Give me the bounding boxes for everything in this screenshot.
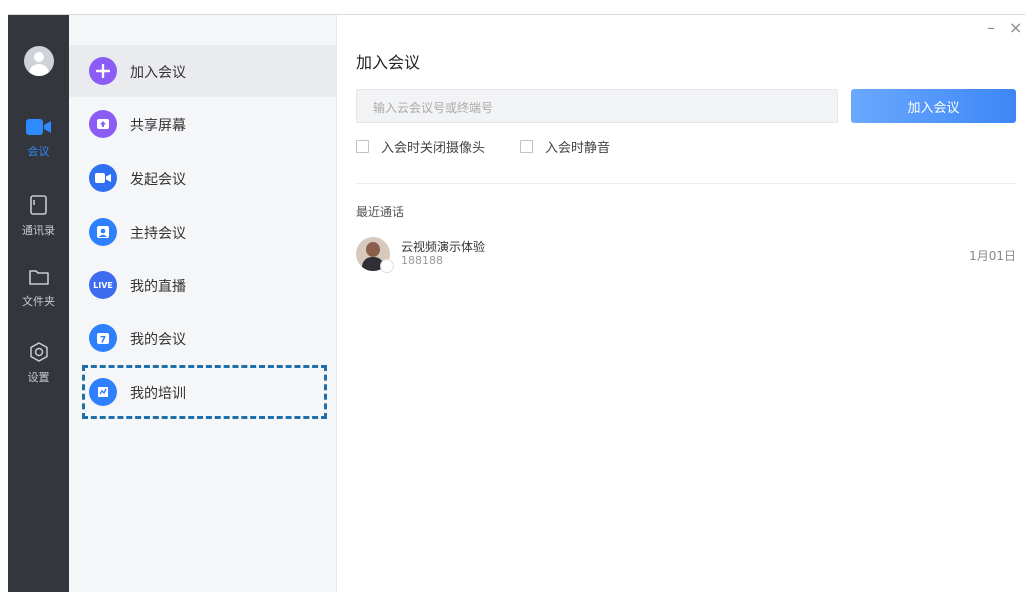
checkbox-box[interactable]	[356, 140, 369, 153]
video-camera-icon	[8, 118, 69, 139]
menu-item-share-screen[interactable]: 共享屏幕	[69, 98, 336, 150]
rail-item-label: 文件夹	[22, 295, 55, 308]
menu-item-start-meeting[interactable]: 发起会议	[69, 152, 336, 204]
rail-item-contacts[interactable]: 通讯录	[8, 195, 69, 238]
menu-item-my-meetings[interactable]: 7 我的会议	[69, 312, 336, 364]
host-icon	[89, 218, 117, 246]
folder-icon	[8, 268, 69, 289]
recent-calls-title: 最近通话	[356, 205, 405, 219]
svg-text:7: 7	[100, 336, 106, 346]
join-meeting-button[interactable]: 加入会议	[851, 89, 1016, 123]
address-book-icon	[8, 195, 69, 218]
function-menu: 加入会议 共享屏幕 发起会议 主持会议 LIVE 我的直播 7 我的会议 我的培…	[69, 15, 337, 592]
app-window: 会议 通讯录 文件夹 设置 加入会议 共享屏幕 发起会议 主持会议 LIVE 我…	[8, 15, 1025, 592]
mute-checkbox[interactable]: 入会时静音	[520, 137, 610, 156]
user-avatar[interactable]	[24, 46, 54, 76]
menu-item-host-meeting[interactable]: 主持会议	[69, 206, 336, 258]
minimize-button[interactable]: –	[987, 18, 995, 37]
left-rail: 会议 通讯录 文件夹 设置	[8, 15, 69, 592]
checkbox-label: 入会时关闭摄像头	[381, 141, 486, 156]
checkbox-label: 入会时静音	[545, 141, 611, 156]
calendar-icon: 7	[89, 324, 117, 352]
video-icon	[89, 164, 117, 192]
rail-item-label: 通讯录	[22, 224, 55, 237]
menu-item-label: 主持会议	[130, 226, 186, 242]
contact-number: 188188	[401, 254, 443, 267]
menu-item-label: 共享屏幕	[130, 118, 186, 134]
call-date: 1月01日	[969, 249, 1016, 263]
checkbox-box[interactable]	[520, 140, 533, 153]
share-screen-icon	[89, 110, 117, 138]
plus-icon	[89, 57, 117, 85]
rail-item-folder[interactable]: 文件夹	[8, 268, 69, 309]
settings-hexagon-icon	[8, 342, 69, 365]
highlight-box	[82, 365, 327, 419]
menu-item-join-meeting[interactable]: 加入会议	[69, 45, 336, 97]
page-title: 加入会议	[356, 53, 421, 72]
menu-item-label: 我的会议	[130, 332, 186, 348]
meeting-number-input[interactable]: 输入云会议号或终端号	[356, 89, 838, 123]
menu-item-my-live[interactable]: LIVE 我的直播	[69, 259, 336, 311]
rail-item-label: 会议	[27, 145, 50, 158]
menu-item-label: 发起会议	[130, 172, 186, 188]
device-badge-icon	[380, 259, 394, 273]
live-icon: LIVE	[89, 271, 117, 299]
recent-call-item[interactable]: 云视频演示体验 188188 1月01日	[356, 235, 1016, 273]
menu-item-label: 我的直播	[130, 279, 186, 295]
rail-item-settings[interactable]: 设置	[8, 342, 69, 385]
menu-item-label: 加入会议	[130, 65, 186, 81]
rail-item-label: 设置	[27, 371, 50, 384]
divider	[356, 183, 1016, 184]
close-button[interactable]: ×	[1009, 18, 1022, 37]
join-meeting-panel: – × 加入会议 输入云会议号或终端号 加入会议 入会时关闭摄像头 入会时静音 …	[337, 15, 1025, 592]
contact-name: 云视频演示体验	[401, 240, 486, 254]
camera-off-checkbox[interactable]: 入会时关闭摄像头	[356, 137, 485, 156]
rail-item-meeting[interactable]: 会议	[8, 118, 69, 159]
